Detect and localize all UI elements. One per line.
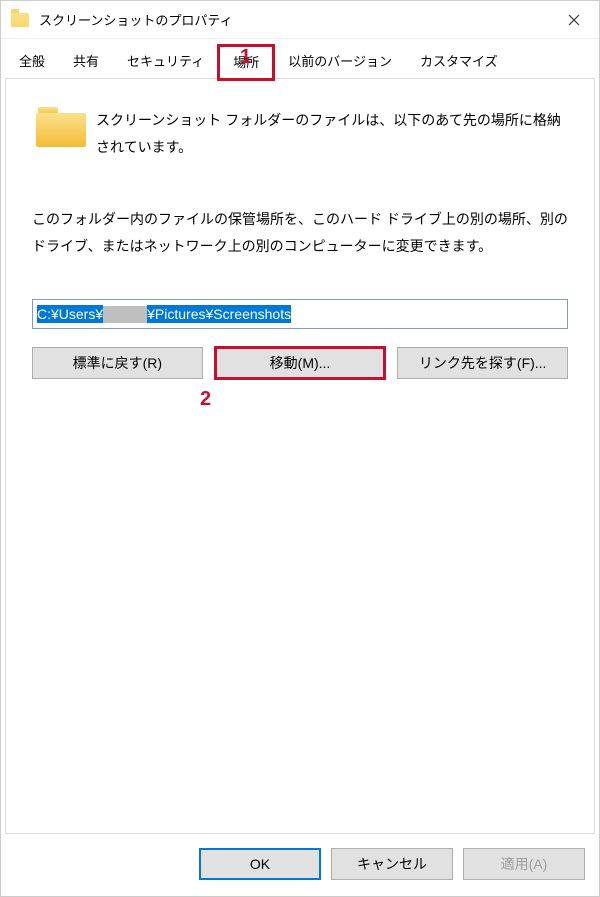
window-title: スクリーンショットのプロパティ <box>39 10 549 29</box>
tab-general[interactable]: 全般 <box>5 45 59 79</box>
tab-sharing[interactable]: 共有 <box>59 45 113 79</box>
move-button[interactable]: 移動(M)... <box>215 347 386 379</box>
callout-2: 2 <box>200 388 211 411</box>
tab-panel-location: スクリーンショット フォルダーのファイルは、以下のあて先の場所に格納されています… <box>5 79 595 834</box>
close-button[interactable] <box>549 1 599 39</box>
find-target-button[interactable]: リンク先を探す(F)... <box>397 347 568 379</box>
tab-strip: 全般 共有 セキュリティ 場所 以前のバージョン カスタマイズ <box>1 39 599 79</box>
tab-security[interactable]: セキュリティ <box>113 45 218 79</box>
cancel-button[interactable]: キャンセル <box>331 848 453 880</box>
apply-button: 適用(A) <box>463 848 585 880</box>
dialog-footer: OK キャンセル 適用(A) <box>1 834 599 896</box>
ok-button[interactable]: OK <box>199 848 321 880</box>
path-redacted-segment <box>103 306 147 324</box>
tab-previous-versions[interactable]: 以前のバージョン <box>274 45 406 79</box>
path-value-prefix: C:¥Users¥ <box>37 305 103 323</box>
description-text: このフォルダー内のファイルの保管場所を、このハード ドライブ上の別の場所、別のド… <box>32 206 568 259</box>
callout-1: 1 <box>240 46 251 69</box>
titlebar: スクリーンショットのプロパティ <box>1 1 599 39</box>
restore-default-button[interactable]: 標準に戻す(R) <box>32 347 203 379</box>
path-input[interactable]: C:¥Users¥ ¥Pictures¥Screenshots <box>32 299 568 329</box>
path-value-suffix: ¥Pictures¥Screenshots <box>147 305 291 323</box>
folder-large-icon <box>36 107 86 147</box>
intro-text: スクリーンショット フォルダーのファイルは、以下のあて先の場所に格納されています… <box>96 107 568 160</box>
properties-dialog: スクリーンショットのプロパティ 1 2 全般 共有 セキュリティ 場所 以前のバ… <box>0 0 600 897</box>
tab-customize[interactable]: カスタマイズ <box>406 45 512 79</box>
action-button-row: 標準に戻す(R) 移動(M)... リンク先を探す(F)... <box>32 347 568 379</box>
folder-icon <box>11 13 29 27</box>
